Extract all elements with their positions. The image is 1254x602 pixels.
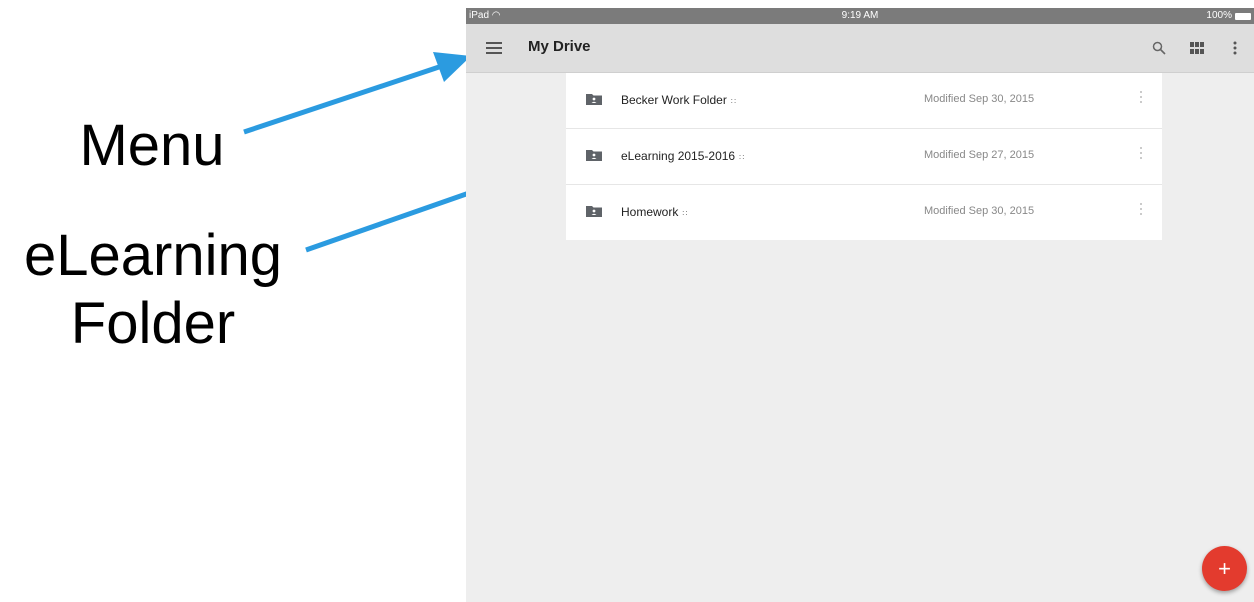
folder-name: Becker Work Folder ∷ [621,93,736,107]
shared-folder-icon [586,150,602,161]
annotation-elearning-line1: eLearning [24,223,282,288]
folder-more-icon[interactable] [1138,203,1144,219]
folder-more-icon[interactable] [1138,91,1144,107]
shared-icon: ∷ [739,153,744,162]
search-icon[interactable] [1140,24,1178,72]
battery-percent: 100% [1206,10,1232,21]
shared-icon: ∷ [682,209,687,218]
folder-modified: Modified Sep 27, 2015 [924,149,1035,161]
shared-icon: ∷ [730,97,736,106]
status-bar: iPad ◠ 9:19 AM 100% [466,8,1254,24]
status-time: 9:19 AM [841,10,879,21]
annotation-elearning-line2: Folder [70,291,236,356]
menu-icon[interactable] [486,42,502,54]
page-title: My Drive [528,38,591,55]
folder-list: Becker Work Folder ∷ Modified Sep 30, 201… [566,73,1162,240]
annotation-elearning-label: eLearning Folder [0,222,306,358]
folder-modified: Modified Sep 30, 2015 [924,205,1035,217]
app-bar: My Drive [466,24,1254,73]
ipad-screen: iPad ◠ 9:19 AM 100% My Drive Becker Work… [466,8,1254,602]
folder-row[interactable]: Becker Work Folder ∷ Modified Sep 30, 201… [566,73,1162,129]
folder-more-icon[interactable] [1138,147,1144,163]
shared-folder-icon [586,206,602,217]
folder-name: Homework ∷ [621,205,687,219]
annotation-arrow-menu [243,52,471,135]
shared-folder-icon [586,94,602,105]
battery-icon [1235,12,1251,20]
app-bar-actions [1140,24,1254,72]
annotation-menu-label: Menu [79,113,225,178]
status-battery: 100% [1206,8,1251,24]
folder-name: eLearning 2015-2016 ∷ [621,149,744,163]
folder-modified: Modified Sep 30, 2015 [924,93,1035,105]
add-button[interactable]: + [1202,546,1247,591]
more-vert-icon[interactable] [1216,24,1254,72]
grid-view-icon[interactable] [1178,24,1216,72]
folder-row[interactable]: eLearning 2015-2016 ∷ Modified Sep 27, 20… [566,129,1162,185]
folder-row[interactable]: Homework ∷ Modified Sep 30, 2015 [566,185,1162,240]
folder-name-text: eLearning 2015-2016 [621,149,736,163]
folder-name-text: Homework [621,205,679,219]
folder-name-text: Becker Work Folder [621,93,727,107]
